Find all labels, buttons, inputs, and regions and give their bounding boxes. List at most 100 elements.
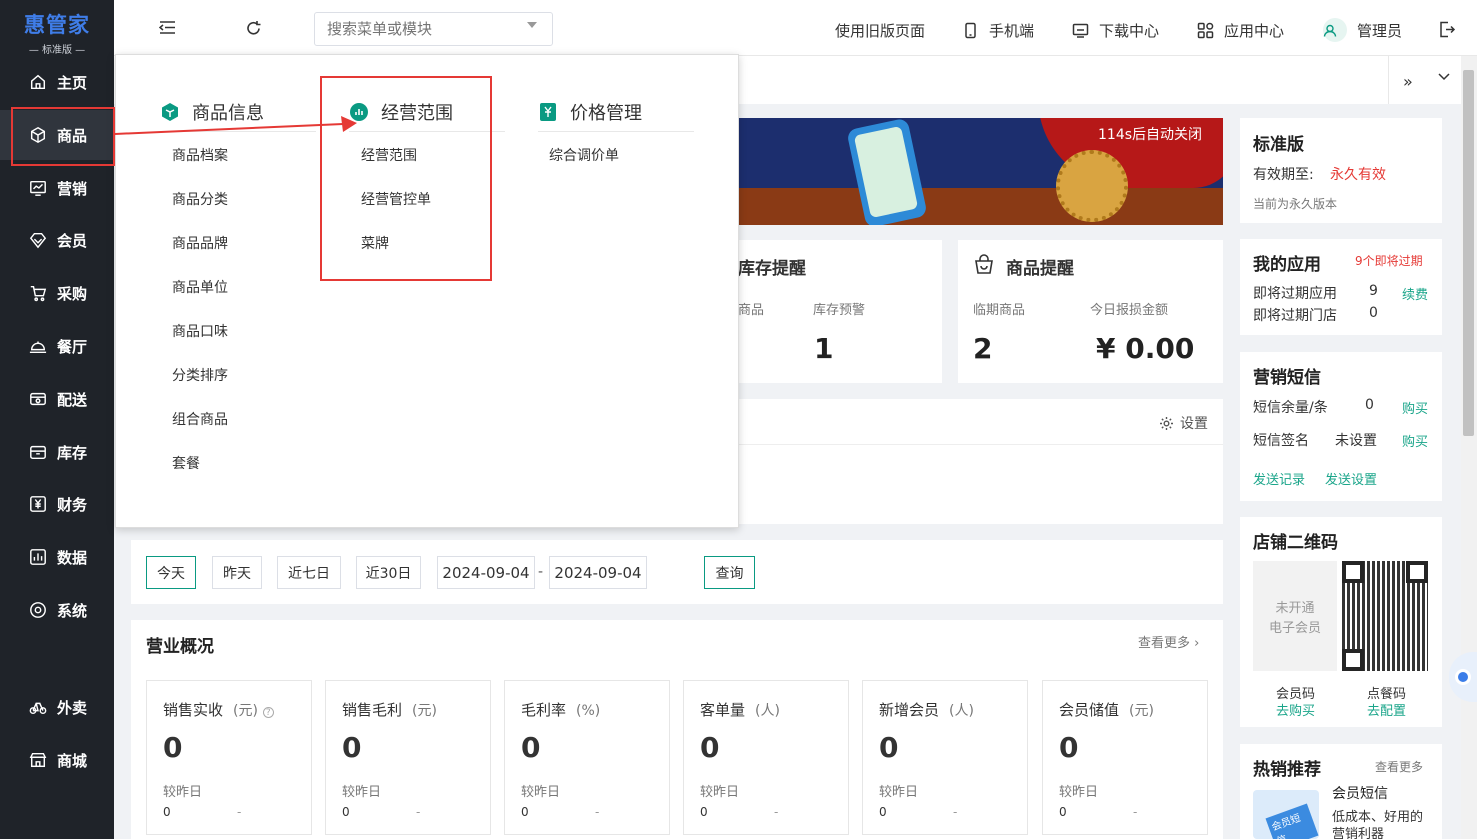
stock-warning-value[interactable]: 1 bbox=[814, 332, 833, 365]
qr-finder bbox=[1342, 561, 1364, 583]
old-page-link[interactable]: 使用旧版页面 bbox=[835, 20, 925, 41]
app-center-button[interactable]: 应用中心 bbox=[1197, 20, 1284, 41]
placeholder-line2: 电子会员 bbox=[1268, 621, 1321, 636]
kpi-compare-value: 0 bbox=[700, 805, 708, 819]
search-input[interactable] bbox=[314, 12, 553, 46]
scrollbar-thumb[interactable] bbox=[1463, 70, 1474, 436]
kpi-card-orders[interactable]: 客单量 (人) 0 较昨日 0 - bbox=[683, 680, 849, 835]
today-button[interactable]: 今天 bbox=[146, 556, 196, 589]
double-chevron-right-icon[interactable]: » bbox=[1403, 72, 1413, 91]
promo-banner[interactable]: 114s后自动关闭 bbox=[738, 118, 1223, 225]
expiring-stores-label: 即将过期门店 bbox=[1253, 308, 1337, 324]
end-date-input[interactable]: 2024-09-04 bbox=[549, 556, 647, 589]
yesterday-button[interactable]: 昨天 bbox=[212, 556, 262, 589]
kpi-card-margin[interactable]: 毛利率 (%) 0 较昨日 0 - bbox=[504, 680, 670, 835]
start-date-input[interactable]: 2024-09-04 bbox=[437, 556, 535, 589]
menu-item-goods-flavor[interactable]: 商品口味 bbox=[172, 321, 228, 341]
sidebar-item-purchase[interactable]: 采购 bbox=[0, 268, 114, 318]
buy-signature-link[interactable]: 购买 bbox=[1402, 431, 1428, 450]
buy-sms-link[interactable]: 购买 bbox=[1402, 398, 1428, 417]
settings-button[interactable]: 设置 bbox=[1159, 413, 1208, 433]
renew-link[interactable]: 续费 bbox=[1402, 284, 1428, 303]
kpi-compare-label: 较昨日 bbox=[1059, 785, 1099, 800]
gear-icon bbox=[1160, 416, 1173, 430]
highlight-box bbox=[320, 76, 492, 281]
apps-grid-icon bbox=[1197, 22, 1214, 39]
menu-item-set-meal[interactable]: 套餐 bbox=[172, 453, 200, 473]
monitor-icon bbox=[1072, 23, 1089, 38]
kpi-card-new-members[interactable]: 新增会员 (人) 0 较昨日 0 - bbox=[862, 680, 1028, 835]
kpi-title: 新增会员 bbox=[879, 701, 940, 719]
sidebar-item-data[interactable]: 数据 bbox=[0, 532, 114, 582]
sms-title: 营销短信 bbox=[1253, 368, 1321, 388]
expire-value: 永久有效 bbox=[1330, 167, 1386, 183]
sidebar-item-member[interactable]: 会员 bbox=[0, 215, 114, 265]
banner-countdown: 114s后自动关闭 bbox=[1098, 127, 1203, 143]
refresh-icon[interactable] bbox=[245, 20, 262, 41]
hot-more-link[interactable]: 查看更多 bbox=[1375, 758, 1423, 775]
last-30-days-button[interactable]: 近30日 bbox=[356, 556, 421, 589]
buy-member-code-link[interactable]: 去购买 bbox=[1276, 700, 1315, 719]
help-icon[interactable]: ? bbox=[262, 707, 274, 718]
stock-warning-label: 库存预警 bbox=[813, 303, 866, 318]
hot-item-title[interactable]: 会员短信 bbox=[1332, 783, 1388, 803]
sidebar-item-label: 营销 bbox=[57, 179, 88, 198]
kpi-compare-label: 较昨日 bbox=[879, 785, 919, 800]
assistant-float-button[interactable] bbox=[1449, 652, 1477, 702]
kpi-card-sales[interactable]: 销售实收 (元) ? 0 较昨日 0 - bbox=[146, 680, 312, 835]
menu-item-combo-goods[interactable]: 组合商品 bbox=[172, 409, 228, 429]
collapse-menu-icon[interactable] bbox=[158, 20, 176, 39]
app-logo[interactable]: 惠管家 — 标准版 — bbox=[0, 0, 114, 56]
sidebar-item-label: 外卖 bbox=[57, 698, 88, 717]
menu-item-goods-brand[interactable]: 商品品牌 bbox=[172, 233, 228, 253]
sidebar-item-label: 财务 bbox=[57, 495, 88, 514]
sidebar-item-mall[interactable]: 商城 bbox=[0, 735, 114, 785]
menu-item-goods-category[interactable]: 商品分类 bbox=[172, 189, 228, 209]
kpi-compare-label: 较昨日 bbox=[342, 785, 382, 800]
sidebar-item-label: 采购 bbox=[57, 284, 88, 303]
sms-promo-image[interactable]: 会员短信 bbox=[1253, 790, 1319, 839]
kpi-unit: (元) bbox=[412, 703, 437, 719]
sidebar-item-delivery[interactable]: 配送 bbox=[0, 374, 114, 424]
download-center-button[interactable]: 下载中心 bbox=[1072, 20, 1159, 41]
page-scrollbar[interactable] bbox=[1461, 56, 1477, 839]
last-7-days-button[interactable]: 近七日 bbox=[277, 556, 341, 589]
menu-item-goods-archive[interactable]: 商品档案 bbox=[172, 145, 228, 165]
sidebar-item-marketing[interactable]: 营销 bbox=[0, 163, 114, 213]
app-center-label: 应用中心 bbox=[1224, 22, 1285, 40]
sidebar-item-label: 系统 bbox=[57, 601, 88, 620]
chevron-down-icon[interactable] bbox=[1437, 69, 1451, 87]
chevron-down-icon[interactable] bbox=[527, 22, 537, 28]
sidebar-item-finance[interactable]: 财务 bbox=[0, 479, 114, 529]
send-settings-link[interactable]: 发送设置 bbox=[1325, 469, 1377, 488]
placeholder-line1: 未开通 bbox=[1275, 601, 1315, 616]
sidebar-item-takeout[interactable]: 外卖 bbox=[0, 682, 114, 732]
edition-title: 标准版 bbox=[1253, 135, 1304, 155]
configure-order-code-link[interactable]: 去配置 bbox=[1367, 700, 1406, 719]
expiring-badge: 9个即将过期 bbox=[1355, 254, 1423, 268]
mobile-button[interactable]: 手机端 bbox=[962, 20, 1034, 41]
expiring-apps-label: 即将过期应用 bbox=[1253, 286, 1337, 302]
menu-item-price-adjustment[interactable]: 综合调价单 bbox=[549, 145, 619, 165]
sidebar-item-inventory[interactable]: 库存 bbox=[0, 427, 114, 477]
query-button[interactable]: 查询 bbox=[704, 556, 755, 589]
user-menu[interactable]: 管理员 bbox=[1323, 18, 1402, 42]
edition-card: 标准版 有效期至: 永久有效 当前为永久版本 bbox=[1240, 118, 1442, 223]
kpi-compare-value: 0 bbox=[163, 805, 171, 819]
send-records-link[interactable]: 发送记录 bbox=[1253, 469, 1305, 488]
loss-amount-value[interactable]: ¥ 0.00 bbox=[1096, 332, 1194, 365]
menu-item-category-sort[interactable]: 分类排序 bbox=[172, 365, 228, 385]
kpi-card-gross-profit[interactable]: 销售毛利 (元) 0 较昨日 0 - bbox=[325, 680, 491, 835]
menu-item-goods-unit[interactable]: 商品单位 bbox=[172, 277, 228, 297]
settings-icon bbox=[28, 600, 48, 620]
expiring-goods-value[interactable]: 2 bbox=[973, 332, 992, 365]
sidebar-item-restaurant[interactable]: 餐厅 bbox=[0, 321, 114, 371]
logout-icon[interactable] bbox=[1439, 21, 1456, 42]
edition-text: — 标准版 — bbox=[28, 45, 86, 56]
overview-more-link[interactable]: 查看更多 › bbox=[1138, 632, 1199, 651]
sidebar-item-home[interactable]: 主页 bbox=[0, 57, 114, 107]
kpi-title: 客单量 bbox=[700, 701, 746, 719]
kpi-card-member-deposit[interactable]: 会员储值 (元) 0 较昨日 0 - bbox=[1042, 680, 1208, 835]
kpi-value: 0 bbox=[1059, 731, 1079, 764]
sidebar-item-system[interactable]: 系统 bbox=[0, 585, 114, 635]
